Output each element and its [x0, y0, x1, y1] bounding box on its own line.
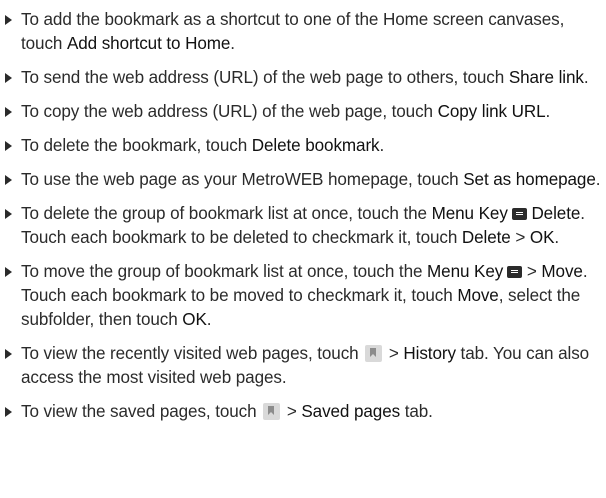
item-text: .: [583, 68, 589, 87]
item-text: tab.: [400, 402, 433, 421]
instruction-list: To add the bookmark as a shortcut to one…: [0, 8, 606, 424]
item-text: .: [595, 170, 601, 189]
menu-key-icon: [511, 208, 527, 220]
item-text: To delete the group of bookmark list at …: [21, 204, 432, 223]
bullet-arrow-icon: [5, 407, 12, 417]
list-item: To copy the web address (URL) of the web…: [0, 100, 606, 124]
bullet-arrow-icon: [5, 73, 12, 83]
bullet-arrow-icon: [5, 267, 12, 277]
item-bold-text: Copy link URL: [437, 102, 546, 121]
bullet-arrow-icon: [5, 15, 12, 25]
list-item: To move the group of bookmark list at on…: [0, 260, 606, 332]
item-bold-text: Share link: [508, 68, 584, 87]
item-bold-text: OK: [182, 310, 207, 329]
item-bold-text: Delete: [461, 228, 511, 247]
list-item: To send the web address (URL) of the web…: [0, 66, 606, 90]
item-text: >: [282, 402, 302, 421]
item-text: >: [510, 228, 530, 247]
item-bold-text: Delete: [531, 204, 581, 223]
bullet-arrow-icon: [5, 107, 12, 117]
list-item: To use the web page as your MetroWEB hom…: [0, 168, 606, 192]
item-bold-text: Set as homepage: [463, 170, 596, 189]
item-bold-text: OK: [529, 228, 555, 247]
item-bold-text: Saved pages: [301, 402, 401, 421]
item-text: >: [384, 344, 404, 363]
item-text: To delete the bookmark, touch: [21, 136, 252, 155]
item-bold-text: Menu Key: [427, 262, 504, 281]
bullet-arrow-icon: [5, 141, 12, 151]
list-item: To view the saved pages, touch > Saved p…: [0, 400, 606, 424]
item-text: .: [230, 34, 235, 53]
item-text: To view the saved pages, touch: [21, 402, 262, 421]
item-text: To view the recently visited web pages, …: [21, 344, 364, 363]
list-item: To delete the group of bookmark list at …: [0, 202, 606, 250]
item-text: To use the web page as your MetroWEB hom…: [21, 170, 464, 189]
item-bold-text: Move: [541, 262, 583, 281]
item-bold-text: Add shortcut to Home: [66, 34, 231, 53]
bookmark-icon: [365, 345, 383, 362]
list-item: To view the recently visited web pages, …: [0, 342, 606, 390]
item-text: .: [554, 228, 560, 247]
item-text: To send the web address (URL) of the web…: [21, 68, 509, 87]
bullet-arrow-icon: [5, 349, 12, 359]
item-bold-text: History: [403, 344, 456, 363]
item-bold-text: Delete bookmark: [251, 136, 380, 155]
item-text: .: [545, 102, 551, 121]
item-text: .: [206, 310, 212, 329]
item-text: To copy the web address (URL) of the web…: [21, 102, 438, 121]
item-bold-text: Menu Key: [431, 204, 508, 223]
bullet-arrow-icon: [5, 209, 12, 219]
menu-key-icon: [507, 266, 523, 278]
item-text: >: [526, 262, 542, 281]
item-bold-text: Move: [457, 286, 499, 305]
bookmark-icon: [263, 403, 281, 420]
list-item: To delete the bookmark, touch Delete boo…: [0, 134, 606, 158]
list-item: To add the bookmark as a shortcut to one…: [0, 8, 606, 56]
item-text: To move the group of bookmark list at on…: [21, 262, 428, 281]
bullet-arrow-icon: [5, 175, 12, 185]
item-text: .: [379, 136, 385, 155]
document-page: To add the bookmark as a shortcut to one…: [0, 0, 606, 498]
